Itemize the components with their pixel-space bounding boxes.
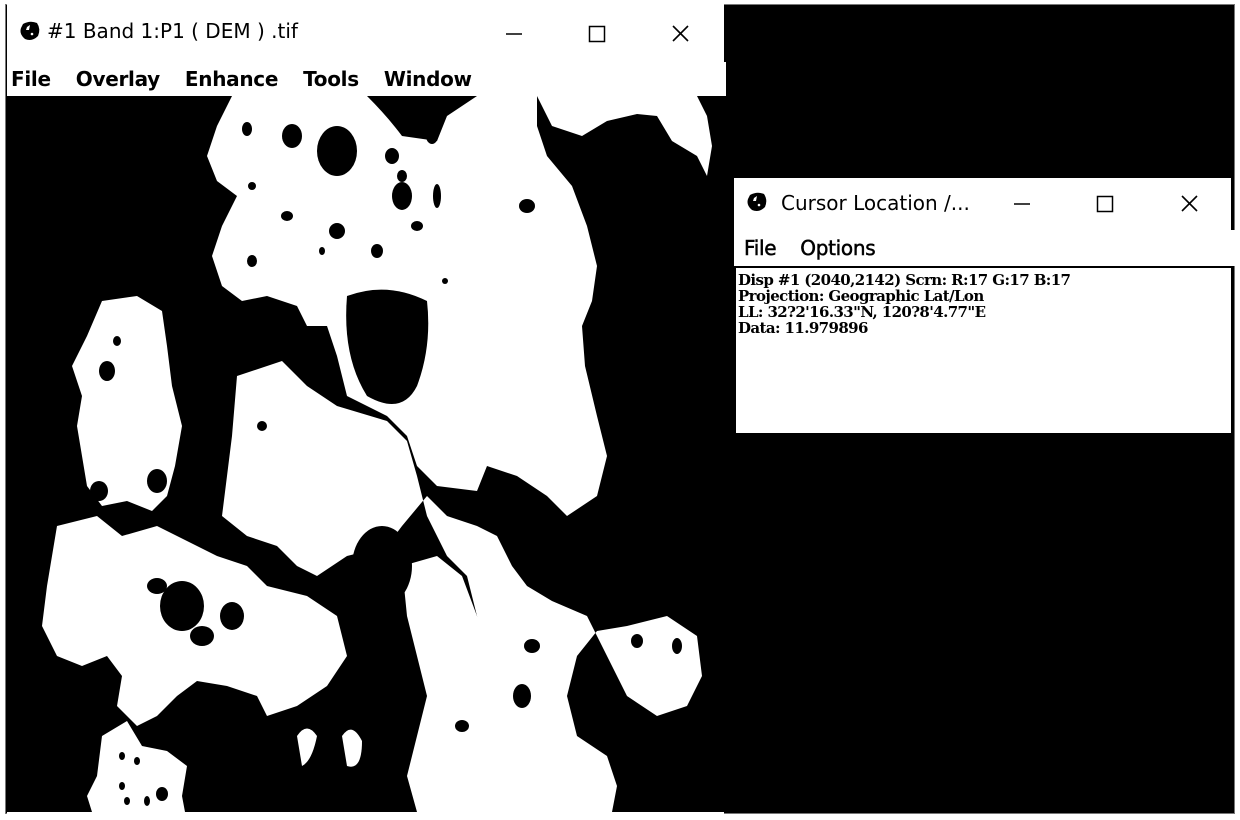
cursor-location-window: Cursor Location /... File Options Disp #…	[733, 177, 1240, 434]
cursor-title-bar[interactable]: Cursor Location /...	[734, 178, 1231, 228]
cursor-readout-panel: Disp #1 (2040,2142) Scrn: R:17 G:17 B:17…	[734, 266, 1231, 433]
maximize-icon	[1096, 195, 1114, 213]
projection-readout: Projection: Geographic Lat/Lon	[738, 287, 984, 305]
main-menu-bar: File Overlay Enhance Tools Window	[7, 62, 726, 96]
cursor-menu-bar: File Options	[734, 230, 1240, 266]
latlon-readout: LL: 32?2'16.33"N, 120?8'4.77"E	[738, 303, 986, 321]
maximize-icon	[588, 25, 606, 43]
minimize-button[interactable]	[1007, 188, 1037, 218]
minimize-icon	[506, 33, 522, 35]
maximize-button[interactable]	[1090, 188, 1120, 218]
menu-window[interactable]: Window	[384, 67, 472, 91]
menu-file[interactable]: File	[11, 67, 51, 91]
close-icon	[1181, 195, 1198, 212]
envi-globe-icon	[19, 20, 41, 42]
main-title-bar[interactable]: #1 Band 1:P1 ( DEM ) .tif	[7, 0, 724, 62]
menu-enhance[interactable]: Enhance	[185, 67, 279, 91]
maximize-button[interactable]	[582, 18, 612, 48]
close-button[interactable]	[1174, 188, 1204, 218]
dem-binary-image	[7, 96, 724, 812]
main-window-title: #1 Band 1:P1 ( DEM ) .tif	[47, 19, 298, 43]
data-value-readout: Data: 11.979896	[738, 319, 868, 337]
display-pixel-readout: Disp #1 (2040,2142) Scrn: R:17 G:17 B:17	[738, 271, 1071, 289]
white-region	[472, 240, 482, 252]
close-icon	[672, 25, 689, 42]
dem-image-canvas[interactable]	[7, 96, 724, 812]
menu-options[interactable]: Options	[800, 236, 876, 261]
minimize-icon	[1014, 203, 1030, 205]
menu-overlay[interactable]: Overlay	[76, 67, 160, 91]
image-display-window: #1 Band 1:P1 ( DEM ) .tif File Overlay E…	[7, 0, 726, 814]
menu-tools[interactable]: Tools	[303, 67, 359, 91]
cursor-window-title: Cursor Location /...	[781, 191, 970, 215]
menu-file[interactable]: File	[744, 236, 777, 261]
close-button[interactable]	[665, 18, 695, 48]
envi-globe-icon	[746, 191, 768, 213]
minimize-button[interactable]	[499, 18, 529, 48]
